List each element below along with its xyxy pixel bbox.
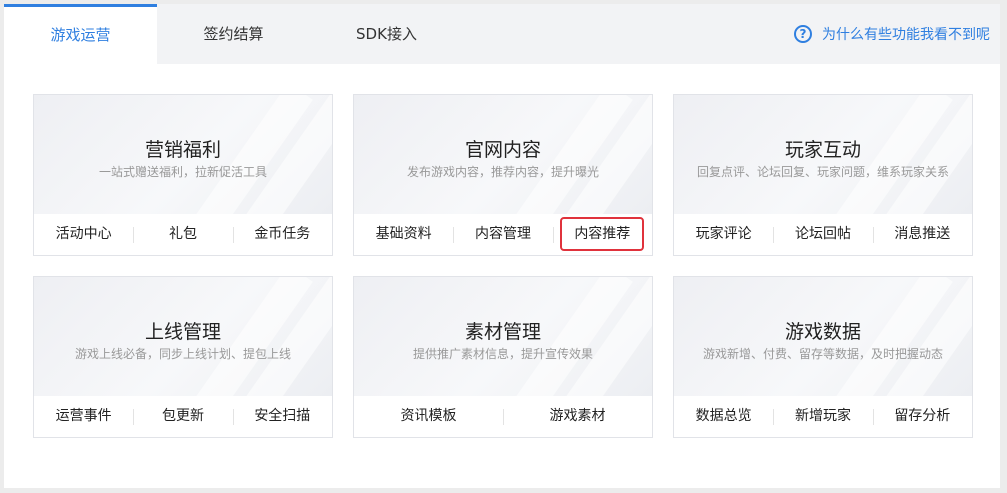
card-title: 游戏数据 [784,321,861,343]
link-basic-info[interactable]: 基础资料 [354,214,453,255]
card-website-content: 官网内容 发布游戏内容，推荐内容，提升曝光 基础资料 内容管理 内容推荐 [353,94,653,256]
link-content-recommendation[interactable]: 内容推荐 [552,214,652,255]
link-new-players[interactable]: 新增玩家 [773,396,872,437]
card-header: 玩家互动 回复点评、论坛回复、玩家问题，维系玩家关系 [674,95,972,214]
tab-sdk-integration[interactable]: SDK接入 [310,4,463,64]
card-title: 素材管理 [464,321,541,343]
link-retention-analysis[interactable]: 留存分析 [872,396,972,437]
card-header: 营销福利 一站式赠送福利，拉新促活工具 [34,95,332,214]
link-operation-events[interactable]: 运营事件 [34,396,133,437]
link-activity-center[interactable]: 活动中心 [34,214,133,255]
link-coin-tasks[interactable]: 金币任务 [232,214,332,255]
tab-game-operations[interactable]: 游戏运营 [4,4,157,64]
card-header: 游戏数据 游戏新增、付费、留存等数据，及时把握动态 [674,277,972,396]
card-subtitle: 提供推广素材信息，提升宣传效果 [412,347,593,361]
card-game-data: 游戏数据 游戏新增、付费、留存等数据，及时把握动态 数据总览 新增玩家 留存分析 [673,276,973,438]
card-header: 官网内容 发布游戏内容，推荐内容，提升曝光 [354,95,652,214]
card-title: 上线管理 [144,321,221,343]
card-title: 官网内容 [464,139,541,161]
card-subtitle: 一站式赠送福利，拉新促活工具 [98,165,267,179]
card-title: 玩家互动 [784,139,861,161]
card-subtitle: 游戏新增、付费、留存等数据，及时把握动态 [702,347,943,361]
card-header: 素材管理 提供推广素材信息，提升宣传效果 [354,277,652,396]
help-link-label: 为什么有些功能我看不到呢 [822,27,990,43]
card-asset-management: 素材管理 提供推广素材信息，提升宣传效果 资讯模板 游戏素材 [353,276,653,438]
card-links: 资讯模板 游戏素材 [354,396,652,437]
card-links: 活动中心 礼包 金币任务 [34,214,332,255]
card-subtitle: 发布游戏内容，推荐内容，提升曝光 [406,165,599,179]
card-title: 营销福利 [144,139,221,161]
card-links: 玩家评论 论坛回帖 消息推送 [674,214,972,255]
tab-contract-settlement[interactable]: 签约结算 [157,4,310,64]
link-security-scan[interactable]: 安全扫描 [232,396,332,437]
link-news-templates[interactable]: 资讯模板 [354,396,503,437]
tab-bar: 游戏运营 签约结算 SDK接入 ? 为什么有些功能我看不到呢 [4,4,1000,64]
card-links: 数据总览 新增玩家 留存分析 [674,396,972,437]
question-circle-icon: ? [794,25,812,43]
card-marketing-benefits: 营销福利 一站式赠送福利，拉新促活工具 活动中心 礼包 金币任务 [33,94,333,256]
card-subtitle: 回复点评、论坛回复、玩家问题，维系玩家关系 [696,165,949,179]
main-panel: 游戏运营 签约结算 SDK接入 ? 为什么有些功能我看不到呢 营销福利 一站式赠… [4,4,1000,488]
card-player-interaction: 玩家互动 回复点评、论坛回复、玩家问题，维系玩家关系 玩家评论 论坛回帖 消息推… [673,94,973,256]
link-game-assets[interactable]: 游戏素材 [503,396,652,437]
link-forum-replies[interactable]: 论坛回帖 [773,214,872,255]
help-link[interactable]: ? 为什么有些功能我看不到呢 [794,4,990,64]
link-package-update[interactable]: 包更新 [133,396,232,437]
link-content-management[interactable]: 内容管理 [453,214,552,255]
link-gift-pack[interactable]: 礼包 [133,214,232,255]
card-launch-management: 上线管理 游戏上线必备，同步上线计划、提包上线 运营事件 包更新 安全扫描 [33,276,333,438]
card-subtitle: 游戏上线必备，同步上线计划、提包上线 [74,347,291,361]
link-push-messages[interactable]: 消息推送 [872,214,972,255]
card-links: 基础资料 内容管理 内容推荐 [354,214,652,255]
card-header: 上线管理 游戏上线必备，同步上线计划、提包上线 [34,277,332,396]
link-player-reviews[interactable]: 玩家评论 [674,214,773,255]
card-links: 运营事件 包更新 安全扫描 [34,396,332,437]
link-data-overview[interactable]: 数据总览 [674,396,773,437]
